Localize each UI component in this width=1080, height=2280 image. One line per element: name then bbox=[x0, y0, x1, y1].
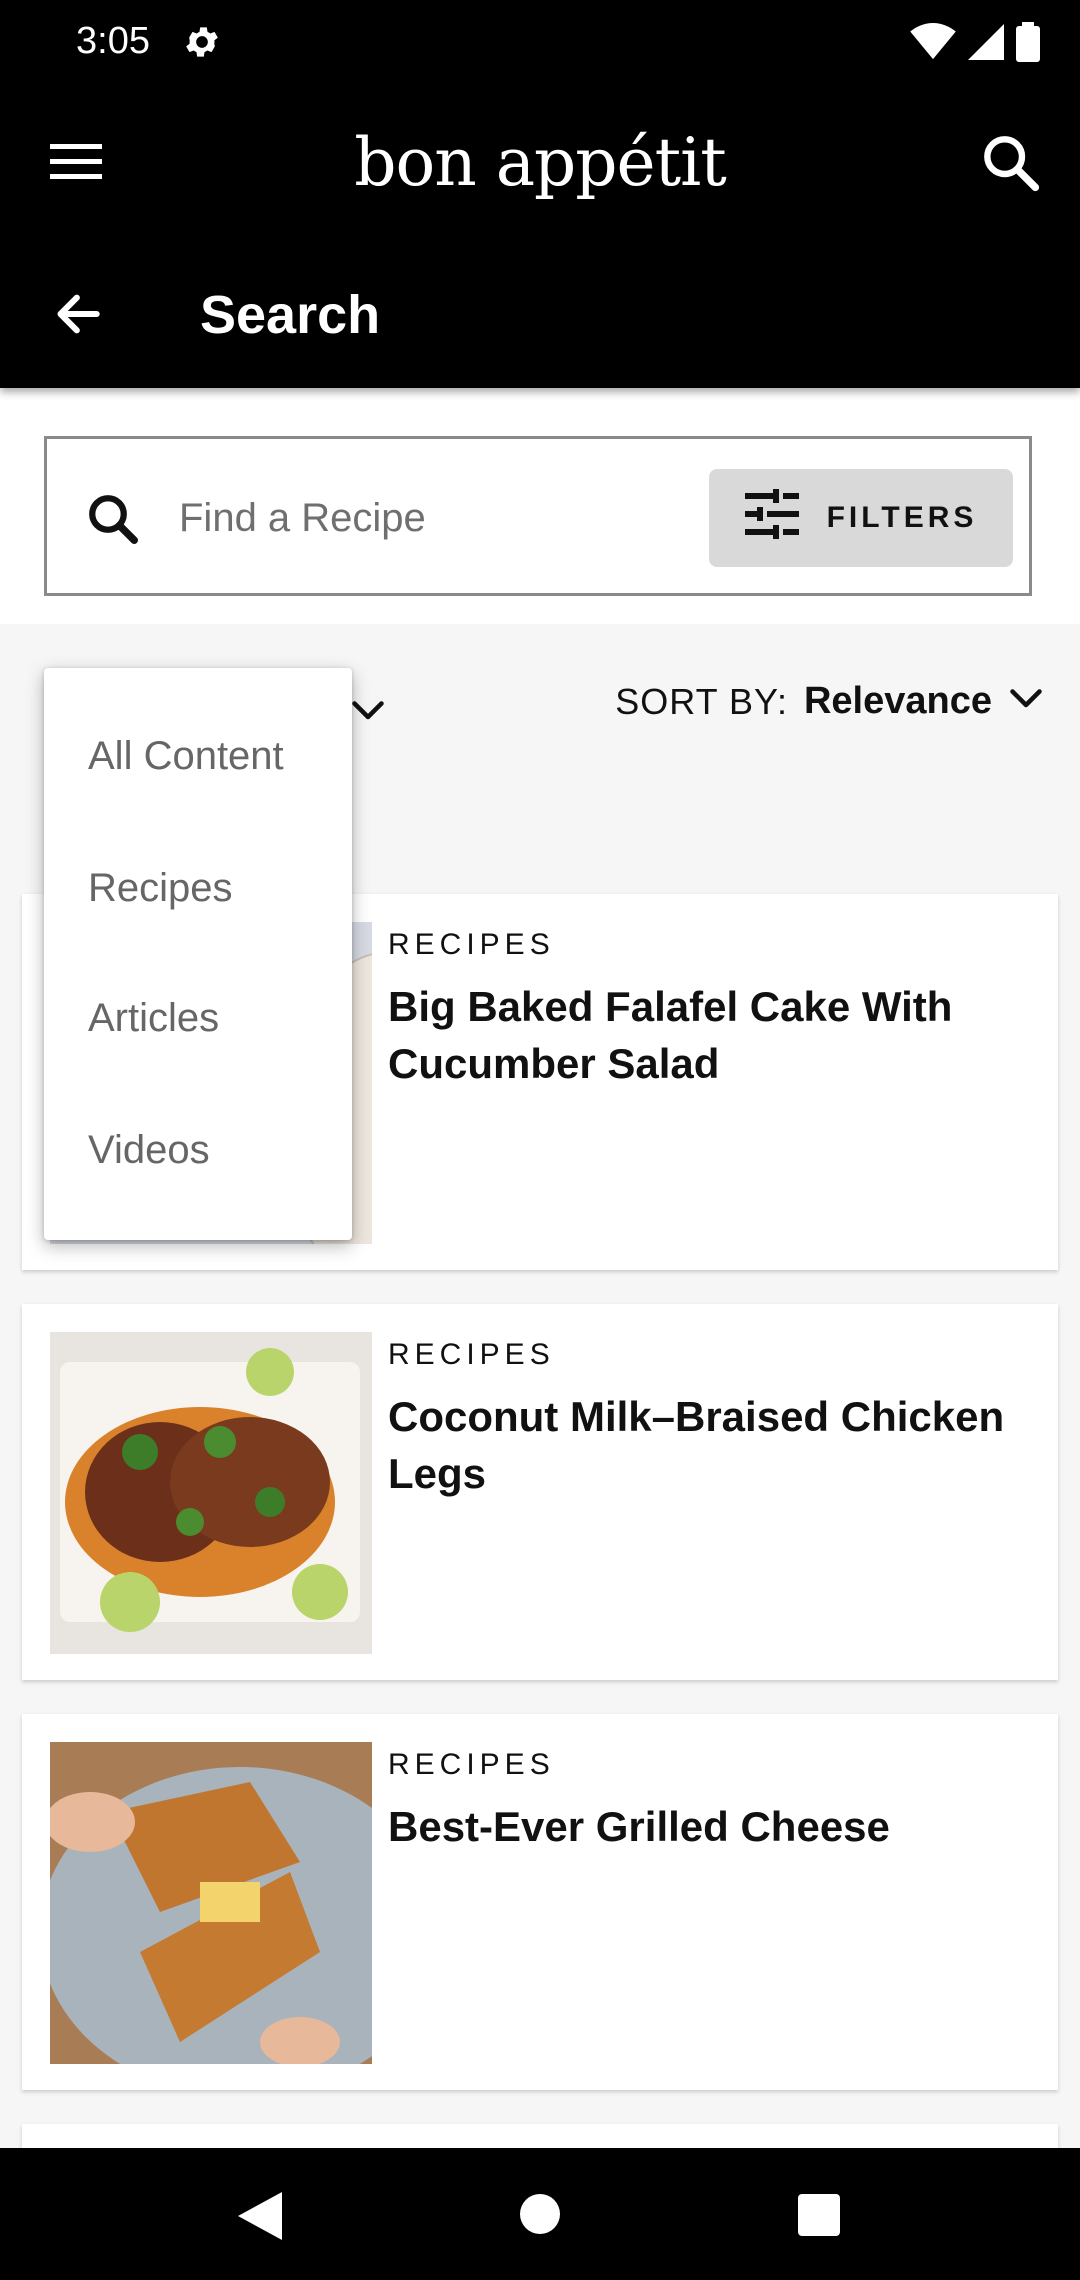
dropdown-item-articles[interactable]: Articles bbox=[88, 996, 219, 1041]
nav-recents-icon[interactable] bbox=[798, 2194, 840, 2241]
recipe-image bbox=[50, 1742, 372, 2064]
system-nav-bar bbox=[0, 2148, 1080, 2280]
card-category: RECIPES bbox=[388, 928, 555, 961]
search-icon[interactable] bbox=[978, 130, 1042, 194]
status-bar: 3:05 bbox=[0, 0, 1080, 88]
sort-by-value: Relevance bbox=[803, 680, 992, 722]
search-area: FILTERS bbox=[0, 388, 1080, 624]
sliders-icon bbox=[744, 489, 799, 547]
filters-button[interactable]: FILTERS bbox=[709, 469, 1013, 567]
card-category: RECIPES bbox=[388, 1748, 555, 1781]
sort-by-select[interactable]: SORT BY: Relevance bbox=[615, 680, 1044, 723]
card-title: Coconut Milk–Braised Chicken Legs bbox=[388, 1393, 1005, 1497]
settings-gear-icon bbox=[182, 22, 222, 62]
brand-logo: bon appétit bbox=[354, 124, 727, 201]
search-box: FILTERS bbox=[44, 436, 1032, 596]
result-card[interactable]: RECIPES Coconut Milk–Braised Chicken Leg… bbox=[22, 1304, 1058, 1680]
search-field-icon bbox=[83, 489, 143, 549]
signal-icon bbox=[968, 23, 1004, 66]
back-arrow-icon[interactable] bbox=[50, 286, 106, 342]
status-time: 3:05 bbox=[76, 20, 150, 62]
chevron-down-icon bbox=[1008, 687, 1044, 716]
wifi-icon bbox=[910, 23, 956, 66]
dropdown-item-recipes[interactable]: Recipes bbox=[88, 866, 233, 911]
card-title: Best-Ever Grilled Cheese bbox=[388, 1803, 890, 1850]
recipe-image bbox=[50, 1332, 372, 1654]
battery-icon bbox=[1016, 22, 1040, 67]
dropdown-item-videos[interactable]: Videos bbox=[88, 1128, 210, 1173]
content-type-dropdown: All Content Recipes Articles Videos bbox=[44, 668, 352, 1240]
app-bar: bon appétit Search bbox=[0, 88, 1080, 388]
page-title: Search bbox=[200, 285, 381, 345]
sort-by-label: SORT BY: bbox=[615, 680, 788, 722]
card-category: RECIPES bbox=[388, 1338, 555, 1371]
result-card[interactable]: RECIPES Best-Ever Grilled Cheese bbox=[22, 1714, 1058, 2090]
filters-label: FILTERS bbox=[826, 501, 978, 534]
chevron-down-icon bbox=[350, 690, 386, 732]
nav-home-icon[interactable] bbox=[518, 2192, 562, 2241]
card-title: Big Baked Falafel Cake With Cucumber Sal… bbox=[388, 983, 953, 1087]
nav-back-icon[interactable] bbox=[238, 2192, 282, 2245]
dropdown-item-all-content[interactable]: All Content bbox=[88, 734, 284, 779]
search-input[interactable] bbox=[177, 479, 721, 557]
